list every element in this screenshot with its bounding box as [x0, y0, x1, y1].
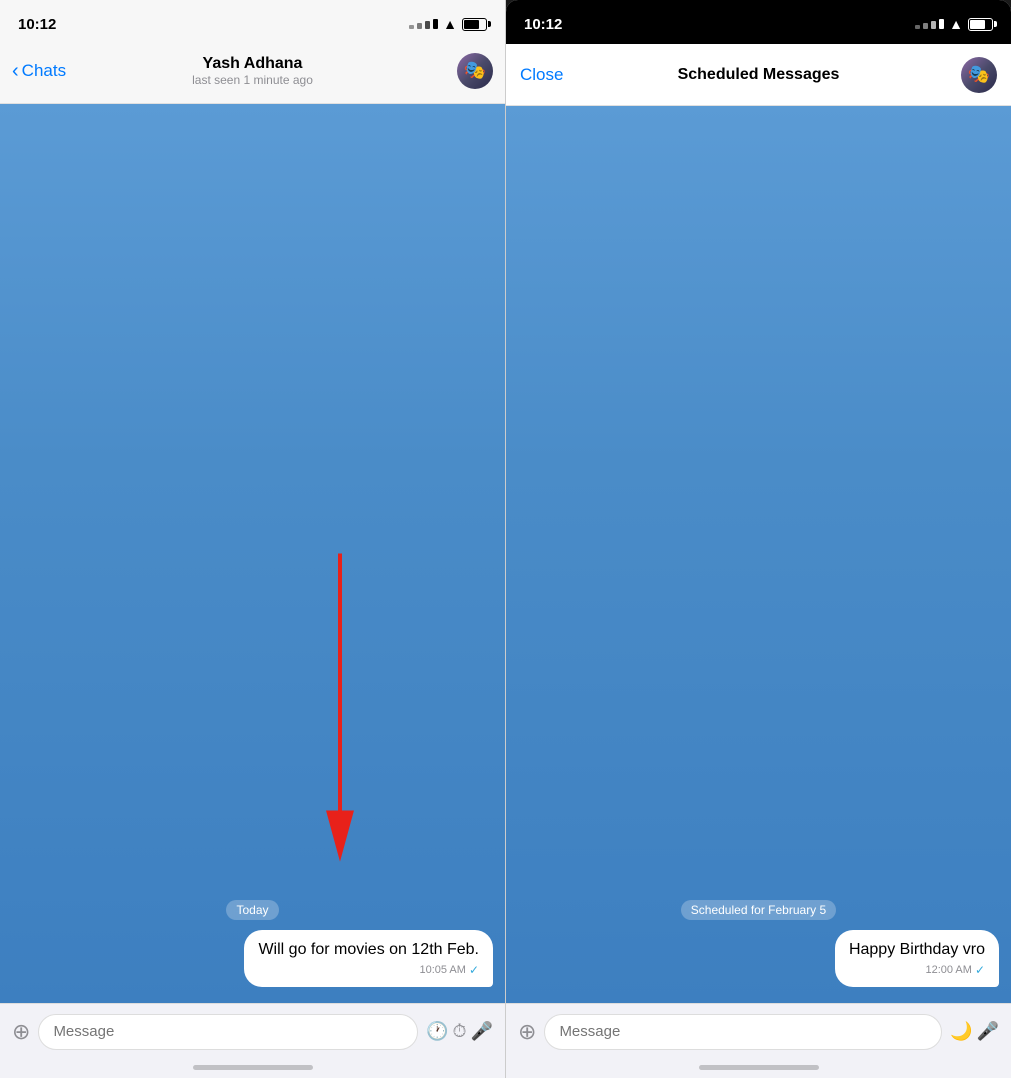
- right-input-bar: ⊕ 🌙 🎤: [506, 1003, 1011, 1059]
- left-phone-panel: 10:12 ▲ ‹ Chats Yash Adhana last seen 1 …: [0, 0, 506, 1078]
- right-nav-bar: Close Scheduled Messages 🎭: [506, 46, 1011, 106]
- right-microphone-icon[interactable]: 🎤: [977, 1021, 999, 1042]
- message-check-1: ✓: [469, 963, 479, 977]
- scheduled-message-meta: 12:00 AM ✓: [849, 963, 985, 977]
- left-message-input[interactable]: [38, 1014, 418, 1050]
- back-button[interactable]: ‹ Chats: [12, 61, 66, 81]
- right-chat-area: Scheduled for February 5 Happy Birthday …: [506, 106, 1011, 1003]
- schedule-icon[interactable]: 🕐: [426, 1021, 448, 1042]
- left-status-icons: ▲: [409, 16, 487, 32]
- last-seen-status: last seen 1 minute ago: [192, 73, 313, 87]
- scheduled-message-check: ✓: [975, 963, 985, 977]
- scheduled-messages-title: Scheduled Messages: [678, 66, 840, 84]
- left-nav-bar: ‹ Chats Yash Adhana last seen 1 minute a…: [0, 44, 505, 104]
- left-status-time: 10:12: [18, 16, 56, 33]
- wifi-icon: ▲: [443, 16, 457, 32]
- contact-name: Yash Adhana: [192, 55, 313, 73]
- left-bottom-area: [0, 1059, 505, 1078]
- left-message-list: Today Will go for movies on 12th Feb. 10…: [0, 892, 505, 995]
- right-content: Close Scheduled Messages 🎭 Scheduled for…: [506, 44, 1011, 1078]
- left-status-bar: 10:12 ▲: [0, 0, 505, 44]
- nav-center-info: Yash Adhana last seen 1 minute ago: [192, 55, 313, 87]
- left-home-indicator: [193, 1065, 313, 1070]
- right-phone-panel: 10:12 ▲ Close Scheduled Messages: [506, 0, 1011, 1078]
- microphone-icon[interactable]: 🎤: [471, 1021, 493, 1042]
- message-text-1: Will go for movies on 12th Feb.: [258, 940, 479, 961]
- left-extra-icons: 🕐 ⏱ 🎤: [426, 1021, 493, 1042]
- right-panel-wrapper: 10:12 ▲ Close Scheduled Messages: [506, 0, 1011, 1078]
- date-badge: Today: [226, 900, 278, 920]
- contact-avatar[interactable]: 🎭: [457, 53, 493, 89]
- chevron-left-icon: ‹: [12, 61, 19, 81]
- right-wifi-icon: ▲: [949, 16, 963, 32]
- right-status-icons: ▲: [915, 16, 993, 32]
- right-message-list: Scheduled for February 5 Happy Birthday …: [506, 892, 1011, 995]
- right-avatar-image: 🎭: [961, 57, 997, 93]
- back-label[interactable]: Chats: [22, 61, 66, 81]
- right-home-indicator: [699, 1065, 819, 1070]
- right-battery-icon: [968, 18, 993, 31]
- red-arrow-annotation: [0, 104, 505, 1003]
- scheduled-message-text: Happy Birthday vro: [849, 940, 985, 961]
- right-status-time: 10:12: [524, 16, 562, 33]
- right-extra-icons: 🌙 🎤: [950, 1021, 999, 1042]
- right-signal-icon: [915, 19, 944, 29]
- timer-icon[interactable]: ⏱: [453, 1021, 467, 1042]
- right-attachment-icon[interactable]: ⊕: [518, 1019, 536, 1045]
- attachment-icon[interactable]: ⊕: [12, 1019, 30, 1045]
- avatar-image: 🎭: [457, 53, 493, 89]
- scheduled-message-time: 12:00 AM: [925, 964, 971, 976]
- right-status-bar: 10:12 ▲: [506, 0, 1011, 44]
- scheduled-message-bubble[interactable]: Happy Birthday vro 12:00 AM ✓: [835, 930, 999, 987]
- signal-icon: [409, 19, 438, 29]
- right-contact-avatar[interactable]: 🎭: [961, 57, 997, 93]
- left-chat-area: Today Will go for movies on 12th Feb. 10…: [0, 104, 505, 1003]
- message-bubble-1[interactable]: Will go for movies on 12th Feb. 10:05 AM…: [244, 930, 493, 987]
- right-message-input[interactable]: [544, 1014, 942, 1050]
- right-bottom-area: [506, 1059, 1011, 1078]
- message-time-1: 10:05 AM: [419, 964, 465, 976]
- message-meta-1: 10:05 AM ✓: [258, 963, 479, 977]
- left-input-bar: ⊕ 🕐 ⏱ 🎤: [0, 1003, 505, 1059]
- right-moon-icon[interactable]: 🌙: [950, 1021, 972, 1042]
- close-button[interactable]: Close: [520, 65, 563, 85]
- scheduled-badge: Scheduled for February 5: [681, 900, 836, 920]
- battery-icon: [462, 18, 487, 31]
